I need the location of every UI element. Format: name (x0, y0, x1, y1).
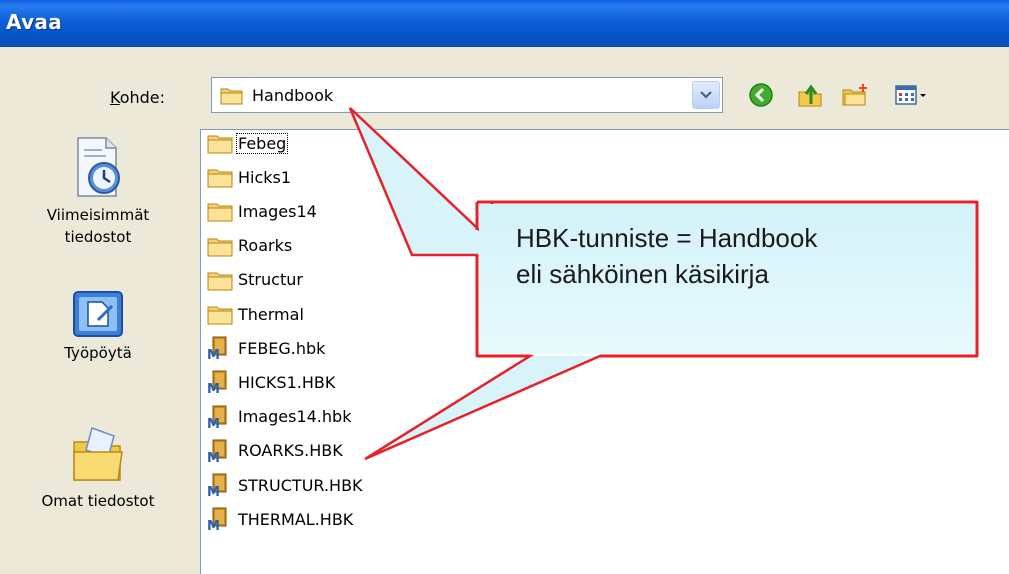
place-recent[interactable]: Viimeisimmät tiedostot (0, 136, 196, 248)
place-recent-label-1: Viimeisimmät (46, 206, 150, 224)
chevron-down-icon (700, 91, 712, 99)
folder-item[interactable]: Roarks (206, 231, 293, 261)
file-item[interactable]: M Images14.hbk (206, 402, 352, 432)
up-folder-button[interactable] (795, 80, 825, 110)
folder-item[interactable]: Images14 (206, 196, 318, 226)
title-bar: Avaa (0, 0, 1009, 47)
up-folder-icon (798, 84, 822, 107)
hbk-file-icon: M (207, 405, 227, 429)
new-folder-icon (842, 84, 867, 106)
folder-icon (207, 306, 233, 325)
folder-icon (207, 272, 233, 291)
svg-text:M: M (207, 519, 220, 531)
hbk-file-icon: M (207, 507, 227, 531)
file-name: Images14 (238, 201, 317, 221)
folder-icon (207, 238, 233, 257)
dropdown-button[interactable] (692, 81, 720, 109)
file-name: Thermal (238, 304, 304, 324)
callout-line-1: HBK-tunniste = Handbook (516, 223, 818, 253)
back-button[interactable] (746, 80, 776, 110)
file-name: Images14.hbk (238, 407, 352, 427)
file-name: Roarks (238, 236, 293, 256)
desktop-icon (73, 291, 123, 337)
folder-icon (207, 169, 233, 188)
file-name: Hicks1 (238, 167, 292, 187)
file-item[interactable]: M THERMAL.HBK (206, 504, 354, 534)
my-documents-icon (73, 427, 123, 481)
places-bar: Viimeisimmät tiedostot Työpöytä Omat tie… (0, 122, 196, 574)
folder-item[interactable]: Structur (206, 265, 304, 295)
hbk-file-icon: M (207, 473, 227, 497)
file-name: THERMAL.HBK (238, 509, 354, 529)
back-icon (749, 83, 773, 107)
window-title: Avaa (6, 10, 62, 34)
place-desktop[interactable]: Työpöytä (0, 290, 196, 364)
look-in-value: Handbook (252, 86, 334, 105)
place-my-documents-label: Omat tiedostot (41, 492, 155, 510)
place-recent-label-2: tiedostot (64, 228, 132, 246)
file-item[interactable]: M HICKS1.HBK (206, 367, 336, 397)
hbk-file-icon: M (207, 370, 227, 394)
views-menu-icon (895, 85, 926, 105)
file-name: Febeg (235, 132, 289, 154)
new-folder-button[interactable] (840, 80, 870, 110)
svg-text:M: M (207, 451, 220, 463)
views-menu-button[interactable] (892, 80, 932, 110)
folder-item[interactable]: Hicks1 (206, 162, 292, 192)
file-name: HICKS1.HBK (238, 372, 336, 392)
file-item[interactable]: M FEBEG.hbk (206, 333, 326, 363)
folder-icon (220, 88, 243, 105)
place-desktop-label: Työpöytä (64, 344, 132, 362)
file-name: FEBEG.hbk (238, 338, 326, 358)
place-my-documents[interactable]: Omat tiedostot (0, 422, 196, 512)
look-in-dropdown[interactable]: Handbook (211, 77, 723, 113)
file-name: ROARKS.HBK (238, 441, 343, 461)
callout-line-2: eli sähköinen käsikirja (516, 259, 769, 289)
folder-icon (207, 135, 233, 154)
look-in-label: Kohde: (110, 88, 166, 107)
file-item[interactable]: M STRUCTUR.HBK (206, 470, 364, 500)
folder-item[interactable]: Febeg (206, 128, 289, 158)
svg-text:M: M (207, 417, 220, 429)
hbk-file-icon: M (207, 336, 227, 360)
svg-text:M: M (207, 382, 220, 394)
file-name: STRUCTUR.HBK (238, 475, 363, 495)
callout-text: HBK-tunniste = Handbook eli sähköinen kä… (516, 220, 817, 292)
file-item[interactable]: M ROARKS.HBK (206, 436, 344, 466)
file-name: Structur (238, 270, 303, 290)
recent-documents-icon (77, 137, 120, 197)
folder-icon (207, 203, 233, 222)
hbk-file-icon: M (207, 439, 227, 463)
folder-item[interactable]: Thermal (206, 299, 305, 329)
svg-text:M: M (207, 485, 220, 497)
svg-text:M: M (207, 348, 220, 360)
